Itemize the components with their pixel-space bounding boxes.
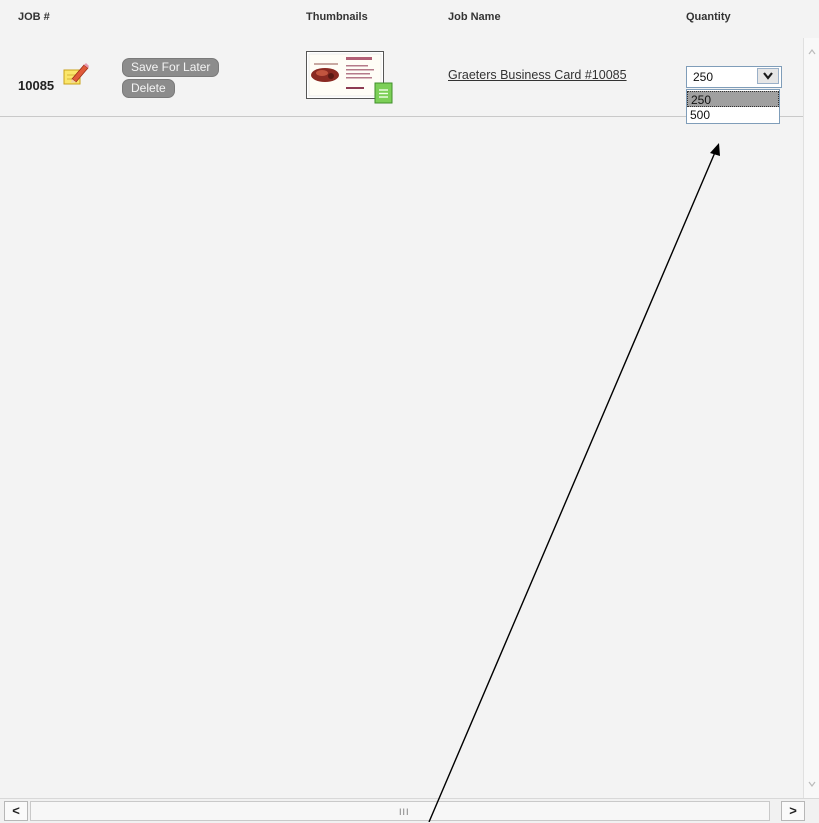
chevron-down-icon <box>763 72 773 80</box>
quantity-option-500[interactable]: 500 <box>687 107 779 123</box>
scroll-down-icon[interactable] <box>807 780 817 788</box>
table-row: 10085 Save For Later Delete Graeters Bus… <box>0 38 803 124</box>
column-header-job-number: JOB # <box>18 11 50 23</box>
delete-button[interactable]: Delete <box>122 79 175 98</box>
quantity-selected-value: 250 <box>693 70 714 84</box>
scroll-grip: III <box>399 807 410 817</box>
document-icon <box>374 82 393 104</box>
save-for-later-button[interactable]: Save For Later <box>122 58 220 77</box>
vertical-scrollbar[interactable] <box>803 38 819 798</box>
scroll-left-button[interactable]: < <box>4 801 28 821</box>
job-list-panel: 10085 Save For Later Delete Graeters Bus… <box>0 38 803 798</box>
scroll-up-icon[interactable] <box>807 48 817 56</box>
column-header-thumbnails: Thumbnails <box>306 11 368 23</box>
dropdown-button[interactable] <box>757 68 779 84</box>
quantity-select[interactable]: 250 <box>686 66 782 88</box>
edit-note-icon[interactable] <box>62 62 90 86</box>
business-card-thumbnail[interactable] <box>306 51 384 101</box>
quantity-dropdown-list: 250 500 <box>686 89 780 124</box>
table-header: JOB # Thumbnails Job Name Quantity <box>0 0 819 39</box>
scroll-thumb[interactable]: III <box>30 801 770 821</box>
scroll-right-button[interactable]: > <box>781 801 805 821</box>
job-name-link[interactable]: Graeters Business Card #10085 <box>448 68 627 82</box>
job-number: 10085 <box>18 78 55 93</box>
column-header-job-name: Job Name <box>448 11 501 23</box>
column-header-quantity: Quantity <box>686 11 731 23</box>
horizontal-scrollbar[interactable]: < III > <box>0 798 819 823</box>
quantity-option-250[interactable]: 250 <box>687 91 779 107</box>
